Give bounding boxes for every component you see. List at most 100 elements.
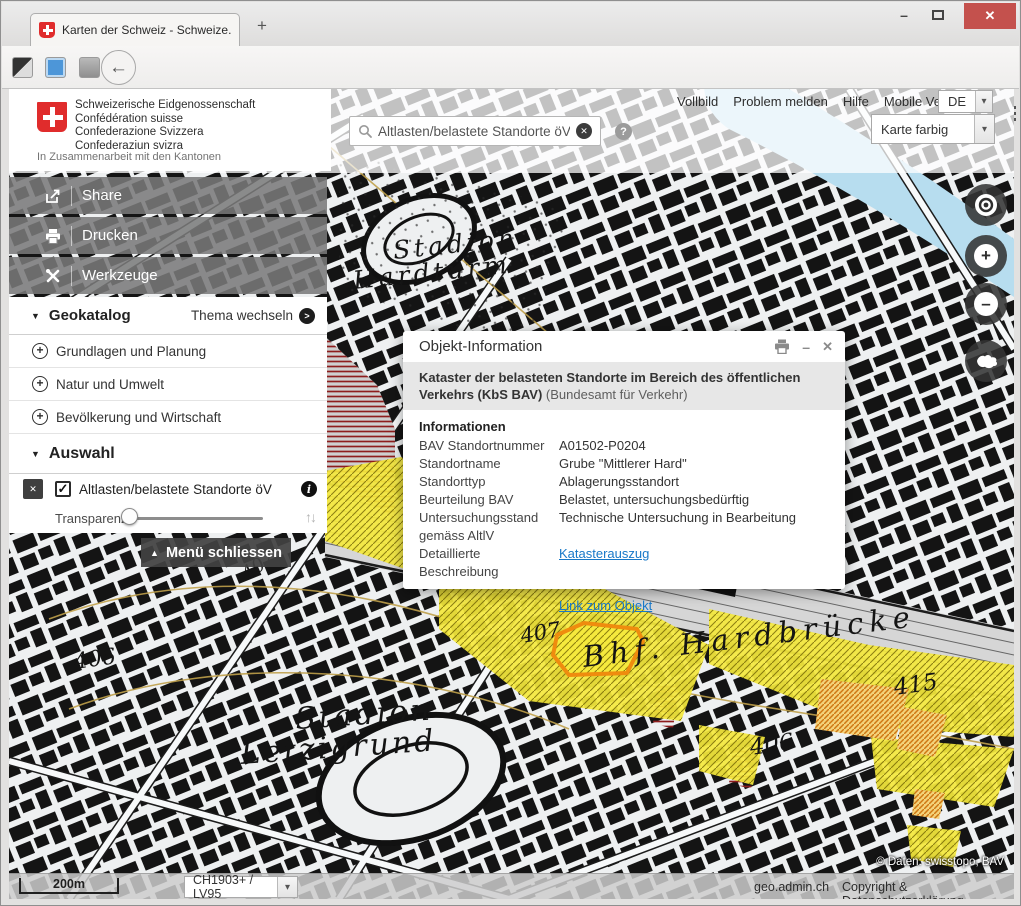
- object-info-popup: Objekt-Information – ✕ Kataster der bela…: [403, 331, 845, 589]
- new-tab-button[interactable]: +: [250, 16, 274, 42]
- info-row: Detaillierte Beschreibung Katasterauszug: [419, 545, 829, 581]
- tools-label: Werkzeuge: [82, 267, 158, 284]
- swiss-favicon-icon: [39, 22, 55, 38]
- info-row: Beurteilung BAVBelastet, untersuchungsbe…: [419, 491, 829, 509]
- category-natur[interactable]: + Natur und Umwelt: [9, 368, 327, 401]
- transparency-slider-handle[interactable]: [121, 508, 138, 525]
- printer-icon: [43, 228, 63, 244]
- geoadmin-link[interactable]: geo.admin.ch: [754, 880, 829, 894]
- copyright-link[interactable]: Copyright & Datenschutzerklärung: [842, 880, 1014, 899]
- popup-title: Objekt-Information: [419, 338, 542, 355]
- link-hilfe[interactable]: Hilfe: [843, 94, 869, 109]
- search-clear-button[interactable]: ✕: [576, 123, 592, 139]
- triangle-down-icon: ▼: [31, 311, 40, 321]
- popup-header[interactable]: Objekt-Information – ✕: [403, 331, 845, 362]
- scale-bar: 200m: [19, 878, 119, 894]
- tools-button[interactable]: Werkzeuge: [9, 257, 327, 294]
- switzerland-icon: [973, 352, 999, 370]
- selection-header[interactable]: ▼ Auswahl: [9, 434, 327, 474]
- layer-reorder-arrows[interactable]: ↑↓: [305, 509, 315, 525]
- geocatalog-title: Geokatalog: [49, 307, 131, 324]
- info-row: BAV StandortnummerA01502-P0204: [419, 437, 829, 455]
- katasterauszug-link[interactable]: Katasterauszug: [559, 545, 649, 581]
- minimize-button[interactable]: –: [890, 2, 918, 28]
- popup-minimize-icon[interactable]: –: [802, 339, 810, 355]
- geocatalog-panel: ▼ Geokatalog Thema wechseln > + Grundlag…: [9, 297, 327, 533]
- default-extent-button[interactable]: [965, 340, 1007, 382]
- app-icon-2[interactable]: [45, 57, 66, 78]
- transparency-label: Transparenz: [55, 511, 128, 526]
- popup-layer-heading: Kataster der belasteten Standorte im Ber…: [403, 362, 845, 410]
- close-menu-button[interactable]: ▲ Menü schliessen: [141, 538, 291, 567]
- geoadmin-viewport: Stadion Hardturm Bhf. Hardbrücke Stadion…: [9, 89, 1014, 899]
- search-input[interactable]: [378, 124, 570, 139]
- link-vollbild[interactable]: Vollbild: [677, 94, 718, 109]
- triangle-up-icon: ▲: [150, 548, 159, 558]
- language-select[interactable]: DE ▾: [938, 90, 993, 113]
- layer-label: Altlasten/belastete Standorte öV: [79, 482, 272, 497]
- geocatalog-header[interactable]: ▼ Geokatalog Thema wechseln >: [9, 297, 327, 335]
- app-icon-3[interactable]: [79, 57, 100, 78]
- maximize-button[interactable]: [924, 2, 952, 28]
- app-icon-1[interactable]: [12, 57, 33, 78]
- info-row: Untersuchungsstand gemäss AltlVTechnisch…: [419, 509, 829, 545]
- transparency-row: Transparenz ↑↓: [9, 504, 327, 532]
- print-label: Drucken: [82, 227, 138, 244]
- change-topic-link[interactable]: Thema wechseln >: [191, 308, 315, 324]
- plus-circle-icon: +: [32, 409, 48, 425]
- transparency-slider-track[interactable]: [131, 517, 263, 520]
- close-button[interactable]: ✕: [964, 3, 1016, 29]
- triangle-down-icon: ▼: [31, 449, 40, 459]
- map-search-box[interactable]: ✕: [349, 116, 601, 146]
- browser-window: Karten der Schweiz - Schweize... + – ✕ ←…: [0, 0, 1021, 906]
- chevron-down-icon: ▾: [974, 115, 994, 143]
- share-button[interactable]: Share: [9, 177, 327, 214]
- tools-icon: [43, 268, 63, 284]
- swiss-flag-logo: [37, 102, 67, 132]
- print-icon[interactable]: [774, 339, 790, 354]
- browser-tab[interactable]: Karten der Schweiz - Schweize...: [30, 13, 240, 46]
- back-button[interactable]: ←: [101, 50, 136, 85]
- target-icon: [974, 193, 998, 217]
- popup-body: Informationen BAV StandortnummerA01502-P…: [403, 410, 845, 624]
- zoom-out-button[interactable]: –: [965, 283, 1007, 325]
- map-style-select[interactable]: Karte farbig ▾: [871, 114, 995, 144]
- info-row: StandorttypAblagerungsstandort: [419, 473, 829, 491]
- layer-checkbox[interactable]: ✓: [55, 481, 71, 497]
- header-logo-block: Schweizerische Eidgenossenschaft Confédé…: [9, 89, 331, 171]
- popup-close-icon[interactable]: ✕: [822, 339, 833, 355]
- plus-circle-icon: +: [32, 343, 48, 359]
- plus-circle-icon: +: [32, 376, 48, 392]
- print-button[interactable]: Drucken: [9, 217, 327, 254]
- footer-bar: 200m CH1903+ / LV95 ▾ geo.admin.ch Copyr…: [9, 873, 1014, 899]
- share-label: Share: [82, 187, 122, 204]
- geolocate-button[interactable]: [965, 184, 1007, 226]
- tab-title: Karten der Schweiz - Schweize...: [62, 23, 231, 37]
- category-bevoelkerung[interactable]: + Bevölkerung und Wirtschaft: [9, 401, 327, 434]
- object-link[interactable]: Link zum Objekt: [559, 598, 652, 613]
- header-links: Vollbild Problem melden Hilfe Mobile Ver…: [677, 94, 969, 109]
- info-row: StandortnameGrube "Mittlerer Hard": [419, 455, 829, 473]
- zoom-in-button[interactable]: +: [965, 235, 1007, 277]
- layer-remove-button[interactable]: ✕: [23, 479, 43, 499]
- layer-info-icon[interactable]: i: [301, 481, 317, 497]
- link-problem-melden[interactable]: Problem melden: [733, 94, 828, 109]
- minus-icon: –: [974, 292, 998, 316]
- cooperation-note: In Zusammenarbeit mit den Kantonen: [37, 151, 221, 163]
- selection-title: Auswahl: [49, 445, 115, 463]
- layer-row: ✕ ✓ Altlasten/belastete Standorte öV i: [9, 474, 327, 504]
- chevron-down-icon: ▾: [277, 877, 297, 897]
- informationen-heading: Informationen: [419, 419, 829, 434]
- nav-toolbar: ← map.geo.admin.ch/?X=249138.11&Y=680698…: [2, 46, 1019, 89]
- search-icon: [358, 124, 372, 138]
- search-help-button[interactable]: ?: [615, 123, 632, 140]
- crs-select[interactable]: CH1903+ / LV95 ▾: [184, 876, 298, 898]
- titlebar: Karten der Schweiz - Schweize... + – ✕: [2, 2, 1019, 46]
- plus-icon: +: [974, 244, 998, 268]
- category-grundlagen[interactable]: + Grundlagen und Planung: [9, 335, 327, 368]
- chevron-down-icon: ▾: [975, 91, 992, 112]
- circle-arrow-icon: >: [299, 308, 315, 324]
- map-attribution[interactable]: © Daten: swisstopo, BAV: [876, 856, 1004, 868]
- share-icon: [43, 188, 63, 204]
- confederation-names: Schweizerische Eidgenossenschaft Confédé…: [75, 99, 255, 153]
